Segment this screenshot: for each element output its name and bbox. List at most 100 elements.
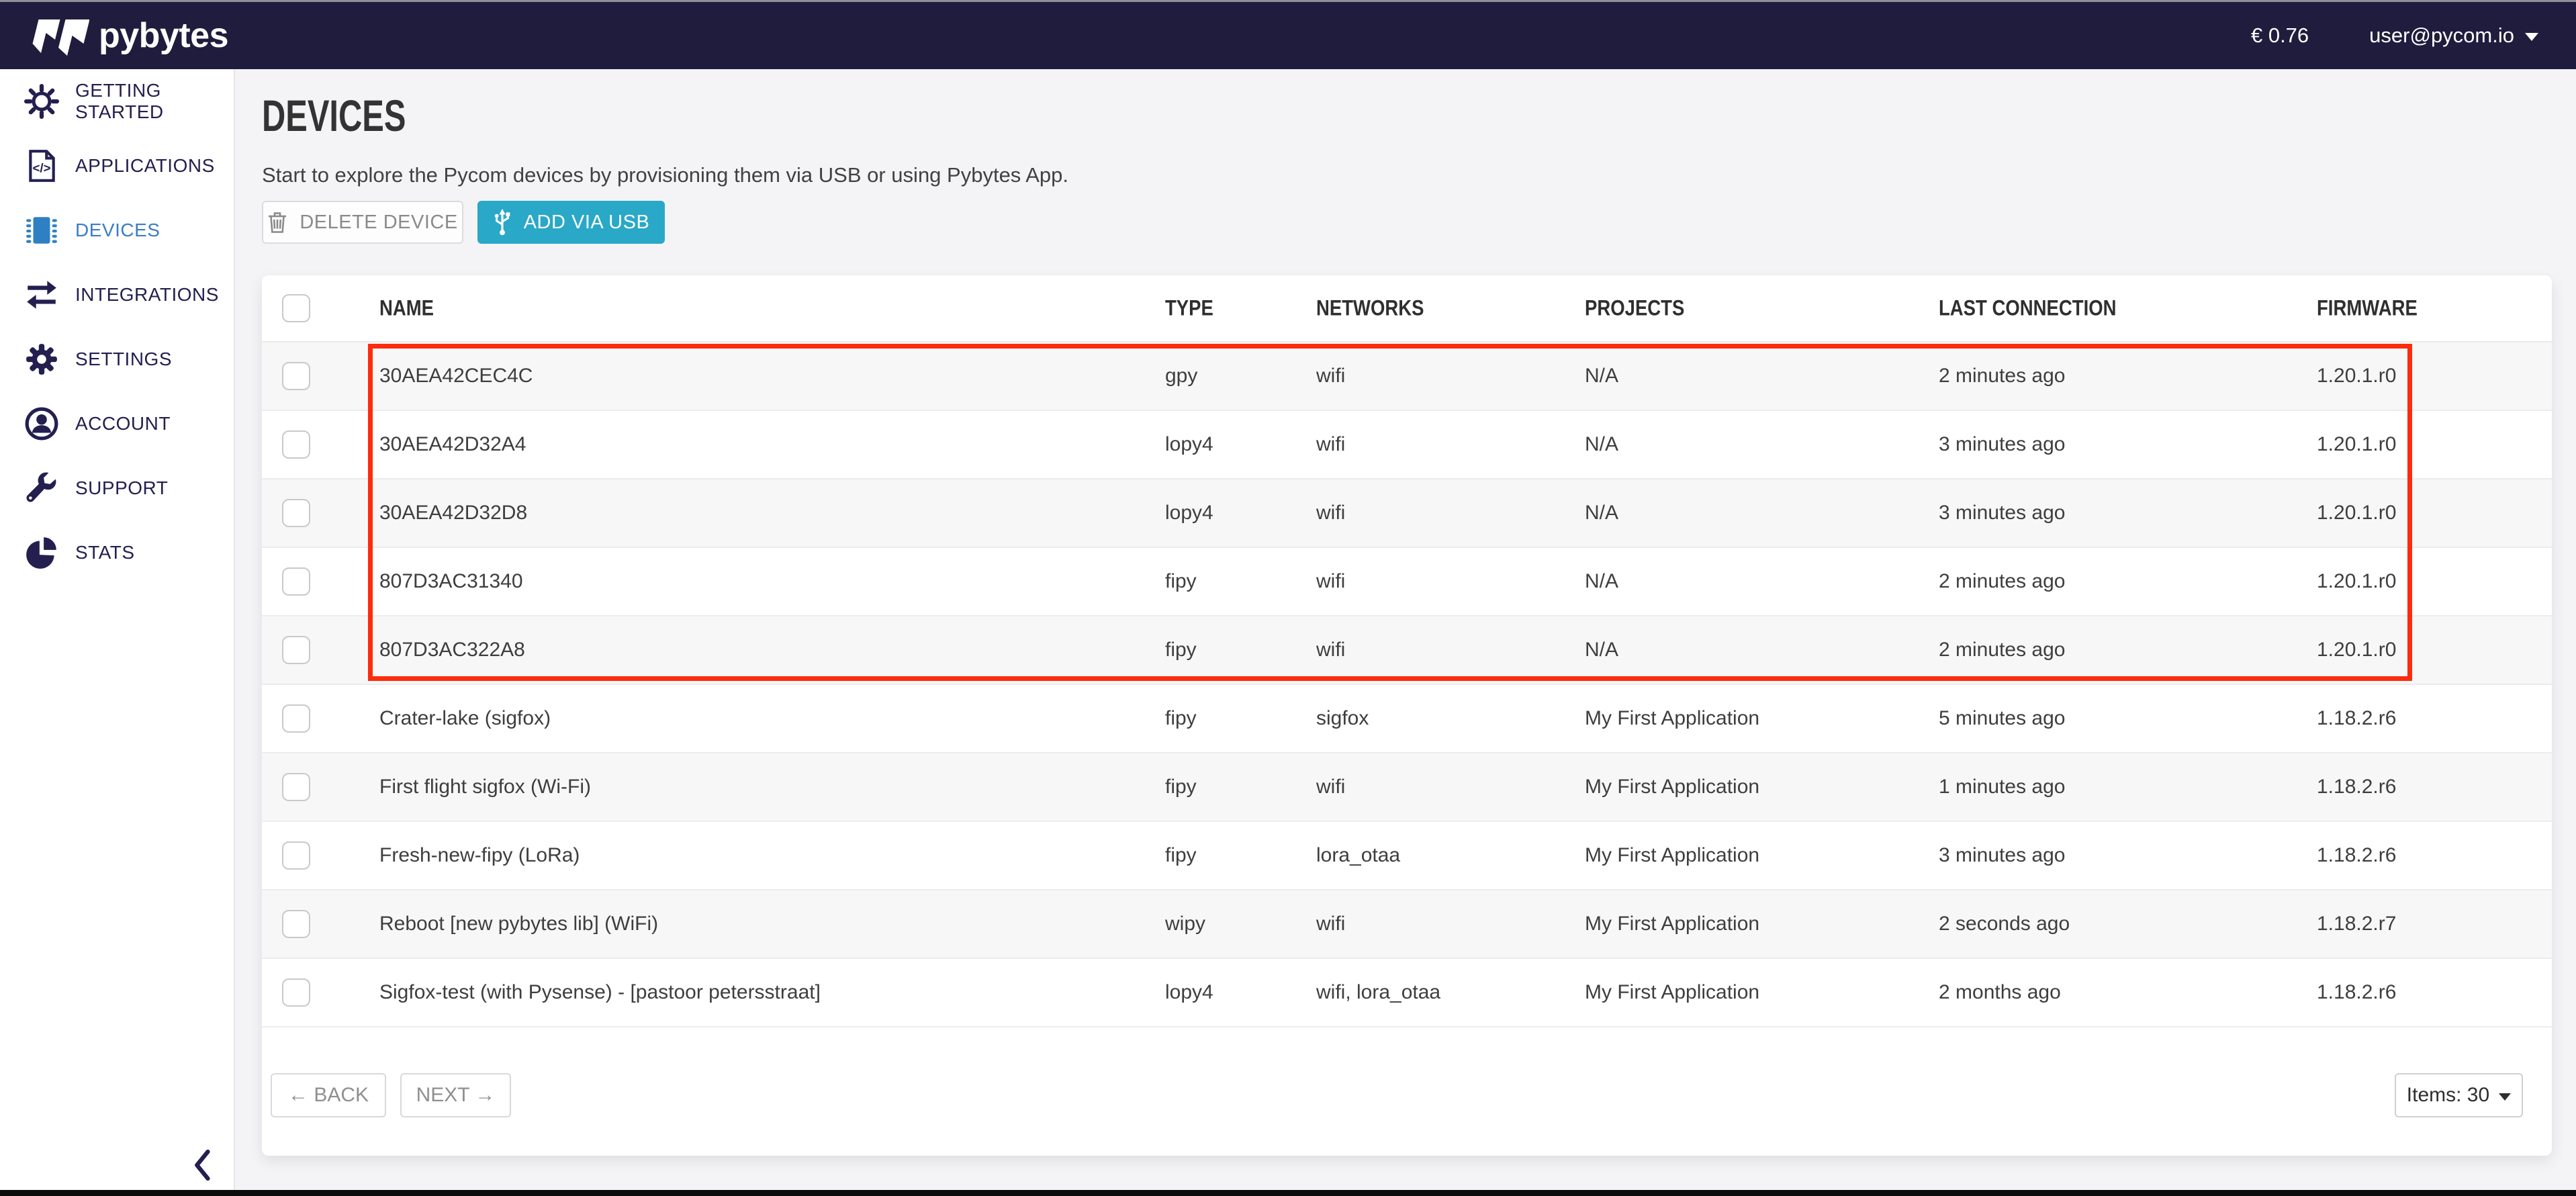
device-type: fipy: [1165, 639, 1197, 661]
device-networks: wifi: [1316, 639, 1345, 661]
sidebar-collapse-button[interactable]: [187, 1138, 219, 1192]
sidebar-item-label: DEVICES: [75, 220, 160, 241]
pybytes-logo[interactable]: pybytes: [25, 15, 228, 56]
device-networks: wifi: [1316, 502, 1345, 524]
toolbar: DELETE DEVICE ADD VIA USB: [262, 201, 665, 244]
table-row[interactable]: Reboot [new pybytes lib] (WiFi) wipy wif…: [262, 890, 2552, 959]
table-row[interactable]: Fresh-new-fipy (LoRa) fipy lora_otaa My …: [262, 822, 2552, 890]
device-name: 30AEA42D32D8: [379, 502, 527, 524]
device-projects: N/A: [1585, 639, 1618, 661]
row-checkbox[interactable]: [282, 362, 310, 390]
device-networks: sigfox: [1316, 707, 1369, 730]
device-networks: wifi, lora_otaa: [1316, 981, 1440, 1004]
device-last-connection: 2 minutes ago: [1939, 365, 2065, 387]
device-type: lopy4: [1165, 433, 1213, 456]
device-type: lopy4: [1165, 981, 1213, 1004]
row-checkbox[interactable]: [282, 841, 310, 870]
svg-text:</>: </>: [32, 160, 50, 175]
gear-icon: [24, 342, 59, 377]
device-networks: lora_otaa: [1316, 844, 1400, 867]
table-body: 30AEA42CEC4C gpy wifi N/A 2 minutes ago …: [262, 342, 2552, 1027]
arrows-exchange-icon: [24, 277, 59, 312]
chevron-down-icon: [2525, 33, 2538, 41]
device-last-connection: 3 minutes ago: [1939, 433, 2065, 456]
row-checkbox[interactable]: [282, 430, 310, 459]
devices-table-card: NAME TYPE NETWORKS PROJECTS LAST CONNECT…: [262, 275, 2552, 1156]
device-type: fipy: [1165, 844, 1197, 867]
trash-icon: [267, 211, 287, 234]
header-name: NAME: [379, 296, 443, 321]
header-projects: PROJECTS: [1585, 296, 1700, 321]
device-last-connection: 2 seconds ago: [1939, 913, 2070, 935]
chevron-down-icon: [2499, 1093, 2511, 1101]
device-name: 30AEA42D32A4: [379, 433, 526, 456]
sidebar-item-label: SETTINGS: [75, 349, 172, 370]
device-firmware: 1.20.1.r0: [2317, 570, 2396, 593]
device-firmware: 1.18.2.r6: [2317, 844, 2396, 867]
table-row[interactable]: 30AEA42CEC4C gpy wifi N/A 2 minutes ago …: [262, 342, 2552, 411]
table-row[interactable]: First flight sigfox (Wi-Fi) fipy wifi My…: [262, 753, 2552, 822]
device-name: Fresh-new-fipy (LoRa): [379, 844, 580, 867]
sun-icon: [24, 84, 59, 119]
delete-device-button[interactable]: DELETE DEVICE: [262, 201, 463, 244]
device-name: 30AEA42CEC4C: [379, 365, 533, 387]
usb-icon: [493, 208, 512, 236]
device-name: Sigfox-test (with Pysense) - [pastoor pe…: [379, 981, 821, 1004]
account-balance: € 0.76: [2251, 24, 2309, 48]
sidebar-item-settings[interactable]: SETTINGS: [0, 327, 234, 392]
sidebar-item-getting-started[interactable]: GETTING STARTED: [0, 69, 234, 134]
sidebar: GETTING STARTED </> APPLICATIONS DEVICES: [0, 69, 235, 1196]
select-all-checkbox[interactable]: [282, 294, 310, 322]
table-row[interactable]: 807D3AC31340 fipy wifi N/A 2 minutes ago…: [262, 548, 2552, 616]
sidebar-item-integrations[interactable]: INTEGRATIONS: [0, 263, 234, 327]
table-row[interactable]: Crater-lake (sigfox) fipy sigfox My Firs…: [262, 685, 2552, 753]
device-last-connection: 3 minutes ago: [1939, 844, 2065, 867]
sidebar-item-label: INTEGRATIONS: [75, 284, 219, 306]
sidebar-item-applications[interactable]: </> APPLICATIONS: [0, 134, 234, 198]
sidebar-item-stats[interactable]: STATS: [0, 520, 234, 585]
row-checkbox[interactable]: [282, 704, 310, 733]
table-row[interactable]: 30AEA42D32D8 lopy4 wifi N/A 3 minutes ag…: [262, 479, 2552, 548]
page-title: DEVICES: [262, 93, 457, 138]
device-projects: My First Application: [1585, 913, 1759, 935]
sidebar-item-support[interactable]: SUPPORT: [0, 456, 234, 520]
device-name: Reboot [new pybytes lib] (WiFi): [379, 913, 658, 935]
table-header-row: NAME TYPE NETWORKS PROJECTS LAST CONNECT…: [262, 275, 2552, 342]
device-last-connection: 5 minutes ago: [1939, 707, 2065, 730]
row-checkbox[interactable]: [282, 499, 310, 527]
add-via-usb-button[interactable]: ADD VIA USB: [477, 201, 665, 244]
items-per-page-dropdown[interactable]: Items: 30: [2395, 1073, 2523, 1117]
device-name: Crater-lake (sigfox): [379, 707, 551, 730]
sidebar-item-account[interactable]: ACCOUNT: [0, 392, 234, 456]
device-name: 807D3AC31340: [379, 570, 523, 593]
table-row[interactable]: Sigfox-test (with Pysense) - [pastoor pe…: [262, 959, 2552, 1027]
row-checkbox[interactable]: [282, 773, 310, 801]
header-firmware: FIRMWARE: [2317, 296, 2434, 321]
row-checkbox[interactable]: [282, 978, 310, 1007]
user-email: user@pycom.io: [2369, 24, 2514, 48]
device-firmware: 1.18.2.r6: [2317, 707, 2396, 730]
sidebar-item-devices[interactable]: DEVICES: [0, 198, 234, 263]
device-projects: N/A: [1585, 570, 1618, 593]
device-firmware: 1.18.2.r7: [2317, 913, 2396, 935]
table-row[interactable]: 807D3AC322A8 fipy wifi N/A 2 minutes ago…: [262, 616, 2552, 685]
pie-chart-icon: [24, 535, 59, 570]
row-checkbox[interactable]: [282, 636, 310, 664]
back-button[interactable]: ← BACK: [271, 1073, 386, 1117]
next-button[interactable]: NEXT →: [400, 1073, 511, 1117]
user-menu[interactable]: user@pycom.io: [2369, 24, 2538, 48]
device-networks: wifi: [1316, 570, 1345, 593]
table-row[interactable]: 30AEA42D32A4 lopy4 wifi N/A 3 minutes ag…: [262, 411, 2552, 479]
device-type: wipy: [1165, 913, 1205, 935]
device-firmware: 1.18.2.r6: [2317, 776, 2396, 798]
device-name: 807D3AC322A8: [379, 639, 525, 661]
row-checkbox[interactable]: [282, 567, 310, 596]
device-projects: N/A: [1585, 502, 1618, 524]
device-projects: My First Application: [1585, 981, 1759, 1004]
device-networks: wifi: [1316, 776, 1345, 798]
device-projects: N/A: [1585, 433, 1618, 456]
device-firmware: 1.20.1.r0: [2317, 365, 2396, 387]
user-icon: [24, 406, 59, 441]
row-checkbox[interactable]: [282, 910, 310, 938]
sidebar-item-label: APPLICATIONS: [75, 155, 215, 177]
